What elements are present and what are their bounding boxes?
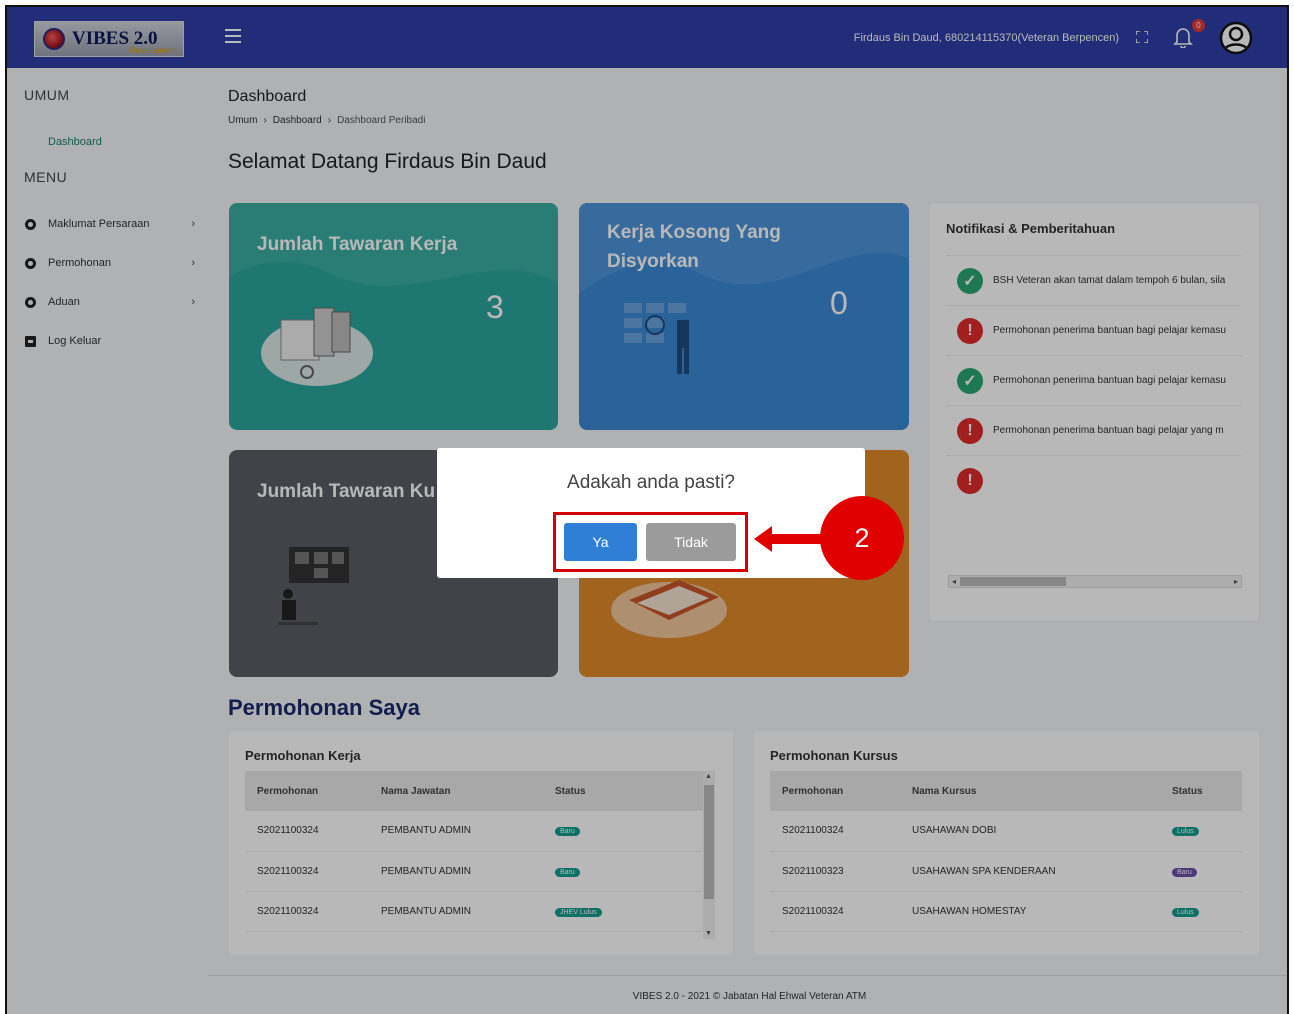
confirm-dialog: Adakah anda pasti? Ya Tidak <box>437 448 865 578</box>
confirm-no-button[interactable]: Tidak <box>646 523 736 561</box>
confirm-yes-button[interactable]: Ya <box>564 523 637 561</box>
dialog-title: Adakah anda pasti? <box>567 472 735 493</box>
app-window: VIBES 2.0 Development Firdaus Bin Daud, … <box>5 5 1289 1014</box>
annotation-step-badge: 2 <box>820 496 904 580</box>
